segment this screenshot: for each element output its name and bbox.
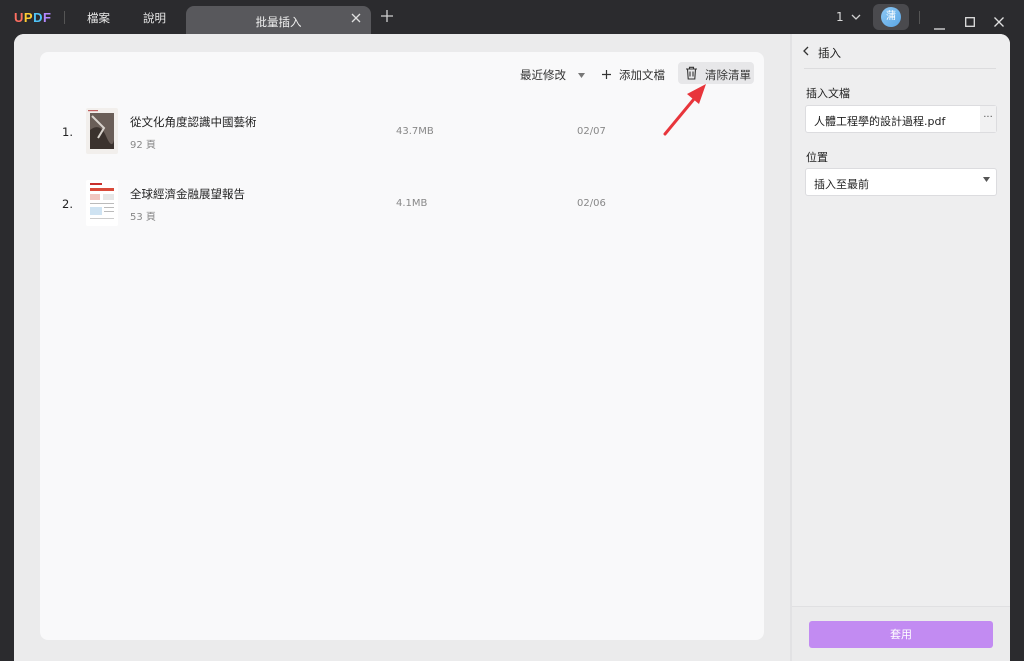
file-row[interactable]: 2. 全球經濟金融展望報告 53 頁 4.1MB 02/06 (40, 180, 764, 232)
tab-label: 批量插入 (255, 15, 302, 29)
insert-settings-panel: 插入 插入文檔 人體工程學的設計過程.pdf ··· 位置 插入至最前 套用 (792, 34, 1010, 661)
page-count: 92 頁 (130, 140, 156, 151)
sort-label: 最近修改 (520, 68, 566, 82)
modified-date: 02/07 (577, 126, 606, 137)
file-list-card: 最近修改 添加文檔 清除清單 1. 從文化角度認識中國藝術 92 頁 43.7M… (40, 52, 764, 640)
main-area: 最近修改 添加文檔 清除清單 1. 從文化角度認識中國藝術 92 頁 43.7M… (14, 34, 1010, 661)
title-bar: UPDF 檔案 說明 批量插入 1 蒲 (0, 0, 1024, 34)
chevron-down-icon (852, 14, 861, 20)
sort-dropdown[interactable]: 最近修改 (520, 67, 585, 83)
minimize-icon[interactable] (934, 15, 945, 34)
trash-icon (686, 66, 697, 80)
caret-down-icon (983, 177, 990, 182)
menu-help[interactable]: 說明 (143, 10, 166, 26)
logo-letter: D (33, 10, 43, 25)
back-chevron-icon[interactable] (802, 45, 809, 59)
file-size: 43.7MB (396, 126, 434, 137)
file-name: 從文化角度認識中國藝術 (130, 115, 257, 129)
file-size: 4.1MB (396, 198, 428, 209)
logo-letter: P (23, 10, 34, 25)
insert-document-value: 人體工程學的設計過程.pdf (814, 115, 946, 128)
clear-list-label: 清除清單 (705, 68, 751, 82)
logo-letter: U (14, 10, 24, 25)
file-thumbnail[interactable] (86, 108, 118, 154)
clear-list-button[interactable]: 清除清單 (678, 62, 754, 84)
new-tab-icon[interactable] (381, 7, 393, 27)
panel-footer: 套用 (792, 606, 1010, 661)
title-separator (919, 11, 920, 24)
page-number: 1 (836, 10, 844, 24)
apply-button[interactable]: 套用 (809, 621, 993, 648)
position-select[interactable]: 插入至最前 (805, 168, 997, 196)
tab-batch-insert[interactable]: 批量插入 (186, 6, 371, 34)
panel-title: 插入 (818, 46, 841, 60)
caret-down-icon (577, 73, 585, 78)
row-index: 1. (62, 125, 73, 139)
menu-file[interactable]: 檔案 (87, 10, 110, 26)
page-dropdown[interactable]: 1 (836, 10, 861, 24)
position-value: 插入至最前 (814, 178, 869, 191)
maximize-icon[interactable] (965, 12, 975, 31)
page-count: 53 頁 (130, 212, 156, 223)
tab-close-icon[interactable] (351, 11, 361, 27)
insert-document-field[interactable]: 人體工程學的設計過程.pdf ··· (805, 105, 997, 133)
insert-document-label: 插入文檔 (806, 87, 850, 100)
add-document-button[interactable]: 添加文檔 (602, 67, 665, 83)
file-row[interactable]: 1. 從文化角度認識中國藝術 92 頁 43.7MB 02/07 (40, 108, 764, 160)
position-label: 位置 (806, 151, 828, 164)
file-thumbnail[interactable] (86, 180, 118, 226)
updf-logo: UPDF (14, 10, 51, 25)
logo-letter: F (42, 10, 52, 25)
file-list-area: 最近修改 添加文檔 清除清單 1. 從文化角度認識中國藝術 92 頁 43.7M… (14, 34, 790, 661)
modified-date: 02/06 (577, 198, 606, 209)
browse-button[interactable]: ··· (980, 106, 996, 132)
file-name: 全球經濟金融展望報告 (130, 187, 245, 201)
plus-icon (602, 70, 611, 79)
close-window-icon[interactable] (994, 12, 1004, 31)
add-document-label: 添加文檔 (619, 68, 665, 82)
divider (804, 68, 996, 69)
row-index: 2. (62, 197, 73, 211)
title-separator (64, 11, 65, 24)
avatar: 蒲 (881, 7, 901, 27)
account-button[interactable]: 蒲 (873, 4, 909, 30)
